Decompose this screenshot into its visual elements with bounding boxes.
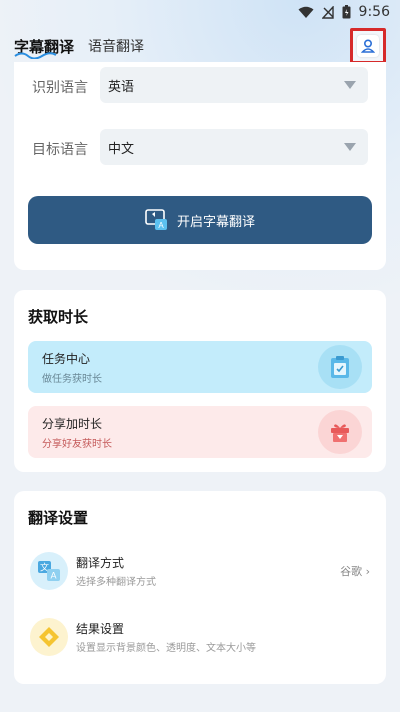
subtitle-screen-icon: A [145, 209, 167, 230]
source-language-label: 识别语言 [32, 80, 88, 96]
profile-button[interactable] [350, 28, 386, 64]
diamond-settings-icon [30, 618, 68, 656]
clock: 9:56 [358, 4, 390, 20]
share-title: 分享加时长 [42, 417, 103, 431]
no-signal-icon [321, 5, 334, 19]
share-subtitle: 分享好友获时长 [42, 439, 112, 450]
active-tab-indicator [14, 51, 57, 59]
svg-text:A: A [158, 221, 164, 230]
target-language-label: 目标语言 [32, 142, 88, 158]
duration-card-title: 获取时长 [28, 308, 89, 326]
dropdown-arrow-icon [344, 143, 356, 151]
duration-card: 获取时长 任务中心 做任务获时长 分享加时长 分享好友获时长 [14, 290, 386, 472]
translation-method-subtitle: 选择多种翻译方式 [76, 577, 156, 588]
settings-card-title: 翻译设置 [28, 509, 89, 527]
task-center-item[interactable]: 任务中心 做任务获时长 [28, 341, 372, 393]
dropdown-arrow-icon [344, 81, 356, 89]
top-tab-bar: 字幕翻译 语音翻译 [14, 28, 386, 64]
wifi-icon [298, 6, 314, 19]
result-settings-subtitle: 设置显示背景颜色、透明度、文本大小等 [76, 643, 256, 654]
target-language-select[interactable]: 中文 [100, 129, 368, 165]
battery-icon [342, 5, 351, 19]
status-bar: 9:56 [0, 0, 400, 24]
tab-voice-translation[interactable]: 语音翻译 [88, 36, 144, 56]
share-item[interactable]: 分享加时长 分享好友获时长 [28, 406, 372, 458]
task-center-title: 任务中心 [42, 352, 91, 366]
language-card: 识别语言 英语 目标语言 中文 A 开启字幕翻译 [14, 62, 386, 270]
user-icon [361, 39, 375, 53]
result-settings-item[interactable]: 结果设置 设置显示背景颜色、透明度、文本大小等 [28, 616, 372, 660]
clipboard-icon [318, 345, 362, 389]
translate-icon: 文A [30, 552, 68, 590]
svg-text:A: A [50, 571, 56, 581]
settings-card: 翻译设置 文A 翻译方式 选择多种翻译方式 谷歌 › 结果设置 设置显示背景颜色… [14, 491, 386, 684]
translation-method-value: 谷歌 › [340, 565, 370, 578]
translation-method-item[interactable]: 文A 翻译方式 选择多种翻译方式 谷歌 › [28, 550, 372, 594]
result-settings-title: 结果设置 [76, 622, 125, 636]
start-button-label: 开启字幕翻译 [176, 214, 255, 230]
target-language-value: 中文 [108, 141, 135, 157]
source-language-select[interactable]: 英语 [100, 67, 368, 103]
tab-label: 语音翻译 [88, 39, 145, 55]
source-language-value: 英语 [108, 79, 135, 95]
translation-method-title: 翻译方式 [76, 556, 125, 570]
start-subtitle-translation-button[interactable]: A 开启字幕翻译 [28, 196, 372, 244]
task-center-subtitle: 做任务获时长 [42, 374, 102, 385]
tab-subtitle-translation[interactable]: 字幕翻译 [14, 36, 74, 59]
gift-icon [318, 410, 362, 454]
